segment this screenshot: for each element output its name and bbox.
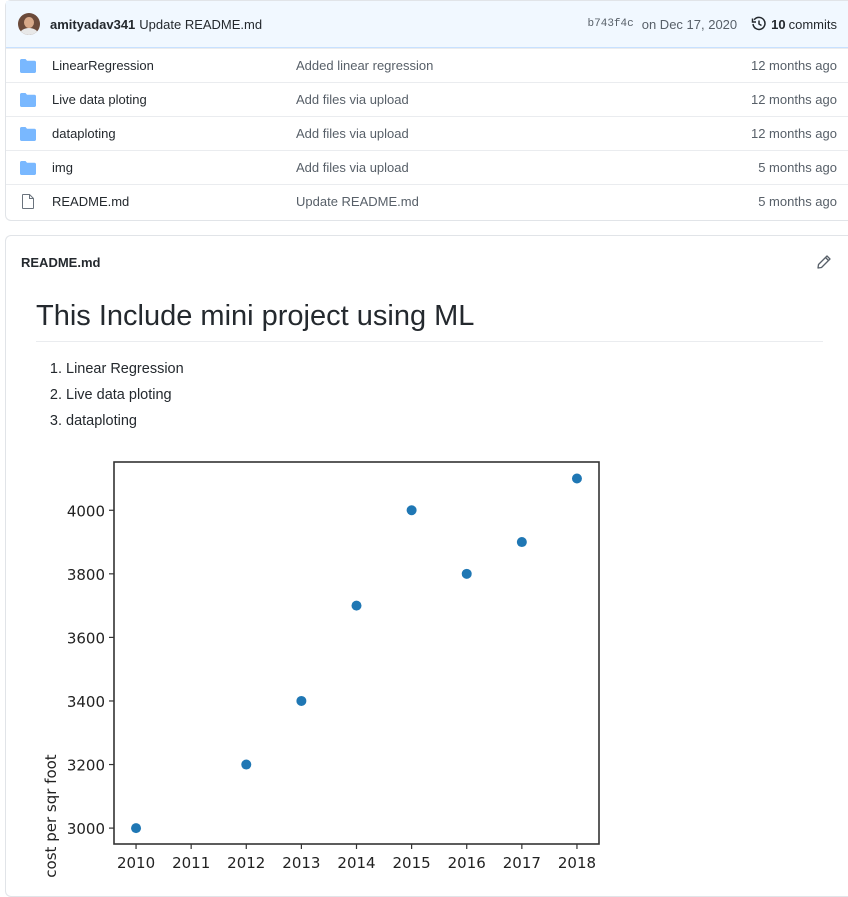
y-axis-label: cost per sqr foot bbox=[42, 754, 60, 877]
file-age: 12 months ago bbox=[750, 126, 837, 141]
file-browser: amityadav341 Update README.md b743f4c on… bbox=[5, 0, 848, 221]
file-name[interactable]: Live data ploting bbox=[52, 92, 296, 107]
file-commit-message[interactable]: Add files via upload bbox=[296, 126, 751, 141]
commit-count: 10 bbox=[771, 16, 786, 32]
project-list: Linear Regression Live data ploting data… bbox=[36, 356, 823, 434]
commit-message[interactable]: Update README.md bbox=[139, 17, 262, 32]
x-tick-label: 2014 bbox=[337, 854, 375, 872]
file-name[interactable]: dataploting bbox=[52, 126, 296, 141]
folder-icon bbox=[20, 160, 36, 175]
file-age: 12 months ago bbox=[750, 92, 837, 107]
data-point bbox=[571, 473, 582, 484]
file-row[interactable]: README.md Update README.md 5 months ago bbox=[6, 184, 848, 218]
file-age: 5 months ago bbox=[758, 160, 837, 175]
file-icon bbox=[20, 194, 36, 209]
data-point bbox=[351, 600, 362, 611]
folder-icon bbox=[20, 126, 36, 141]
edit-pencil-icon[interactable] bbox=[817, 255, 831, 269]
commit-sha[interactable]: b743f4c bbox=[588, 18, 634, 30]
readme-content: This Include mini project using ML Linea… bbox=[6, 300, 848, 434]
data-point bbox=[406, 505, 417, 516]
file-age: 5 months ago bbox=[758, 194, 837, 209]
file-row[interactable]: dataploting Add files via upload 12 mont… bbox=[6, 116, 848, 150]
readme-header: README.md bbox=[6, 236, 848, 288]
folder-icon bbox=[20, 92, 36, 107]
y-tick-label: 3800 bbox=[67, 566, 105, 584]
x-tick-label: 2017 bbox=[503, 854, 541, 872]
list-item: Live data ploting bbox=[66, 382, 823, 408]
x-tick-label: 2018 bbox=[558, 854, 596, 872]
y-tick-label: 3400 bbox=[67, 693, 105, 711]
avatar[interactable] bbox=[18, 13, 40, 35]
x-tick-label: 2012 bbox=[227, 854, 265, 872]
commit-count-label: commits bbox=[788, 16, 837, 32]
plot-frame bbox=[113, 461, 600, 845]
folder-icon bbox=[20, 58, 36, 73]
commit-author[interactable]: amityadav341 bbox=[50, 17, 135, 32]
file-row[interactable]: img Add files via upload 5 months ago bbox=[6, 150, 848, 184]
file-name[interactable]: README.md bbox=[52, 194, 296, 209]
file-row[interactable]: Live data ploting Add files via upload 1… bbox=[6, 82, 848, 116]
x-tick-label: 2011 bbox=[172, 854, 210, 872]
file-commit-message[interactable]: Add files via upload bbox=[296, 160, 758, 175]
history-icon bbox=[751, 16, 767, 32]
x-tick-label: 2016 bbox=[448, 854, 486, 872]
x-tick-label: 2010 bbox=[117, 854, 155, 872]
list-item: Linear Regression bbox=[66, 356, 823, 382]
data-point bbox=[461, 568, 472, 579]
y-tick-label: 4000 bbox=[67, 502, 105, 520]
list-item: dataploting bbox=[66, 408, 823, 434]
readme-filename: README.md bbox=[21, 254, 101, 270]
latest-commit-bar: amityadav341 Update README.md b743f4c on… bbox=[6, 1, 848, 48]
commit-count-link[interactable]: 10 commits bbox=[751, 16, 837, 32]
file-commit-message[interactable]: Added linear regression bbox=[296, 58, 751, 73]
file-row[interactable]: LinearRegression Added linear regression… bbox=[6, 48, 848, 82]
y-tick-label: 3200 bbox=[67, 757, 105, 775]
scatter-chart: cost per sqr foot 3000 3200 3400 3600 3800 40… bbox=[42, 461, 600, 878]
data-point bbox=[516, 537, 527, 548]
data-point bbox=[131, 823, 142, 834]
x-tick-label: 2013 bbox=[282, 854, 320, 872]
file-name[interactable]: img bbox=[52, 160, 296, 175]
data-point bbox=[241, 759, 252, 770]
readme-panel: README.md This Include mini project usin… bbox=[5, 235, 848, 897]
data-point bbox=[296, 695, 307, 706]
commit-date: on Dec 17, 2020 bbox=[641, 16, 738, 32]
y-tick-label: 3000 bbox=[67, 820, 105, 838]
y-tick-label: 3600 bbox=[67, 629, 105, 647]
file-age: 12 months ago bbox=[750, 58, 837, 73]
file-name[interactable]: LinearRegression bbox=[52, 58, 296, 73]
readme-heading: This Include mini project using ML bbox=[36, 300, 823, 342]
file-commit-message[interactable]: Add files via upload bbox=[296, 92, 751, 107]
x-tick-label: 2015 bbox=[393, 854, 431, 872]
file-commit-message[interactable]: Update README.md bbox=[296, 194, 758, 209]
